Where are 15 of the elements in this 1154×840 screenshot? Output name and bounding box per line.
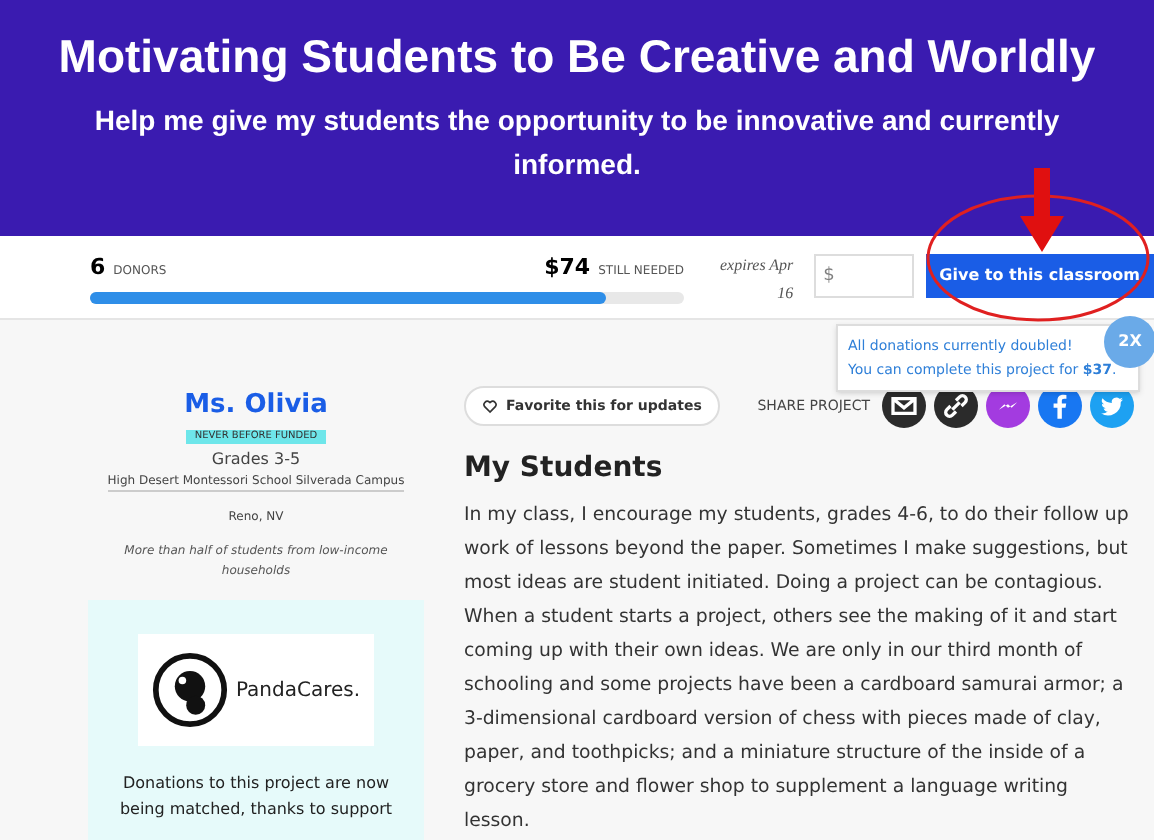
amount-needed: $74 [544, 252, 591, 284]
expiry-date: expires Apr 16 [718, 254, 794, 306]
grades-text: Grades 3-5 [211, 448, 301, 472]
project-title: Motivating Students to Be Creative and Worldly [58, 28, 1096, 86]
section-body: In my class, I encourage my students, grades 4-6, to do their follow up work of lessons beyond the paper. Sometimes I make suggestions, but most ideas are student initiated. Doing a project can be contagious. When a student starts a project, others see the making of it and start coming up with their own ideas. We are only in our third month of schooling and some projects have been a cardboard samurai armor; a 3-dimensional cardboard version of chess with pieces made of clay, paper, and toothpicks; and a miniature structure of the inside of a grocery store and flower shop to supplement a language writing lesson. [464, 502, 1131, 836]
sponsor-text: Donations to this project are now being matched, thanks to support [117, 772, 395, 822]
sponsor-name: PandaCares. [235, 677, 361, 705]
teacher-name: Ms. Olivia [184, 388, 328, 424]
heart-icon [482, 398, 498, 414]
project-subtitle: Help me give my students the opportunity to be innovative and currently informed. [92, 101, 1062, 184]
give-button[interactable]: Give to this classroom [925, 254, 1154, 298]
arrow-icon [1020, 168, 1064, 252]
section-heading: My Students [464, 450, 665, 488]
donors-count: 6 [90, 252, 106, 284]
amount-field[interactable]: $ [813, 254, 914, 298]
